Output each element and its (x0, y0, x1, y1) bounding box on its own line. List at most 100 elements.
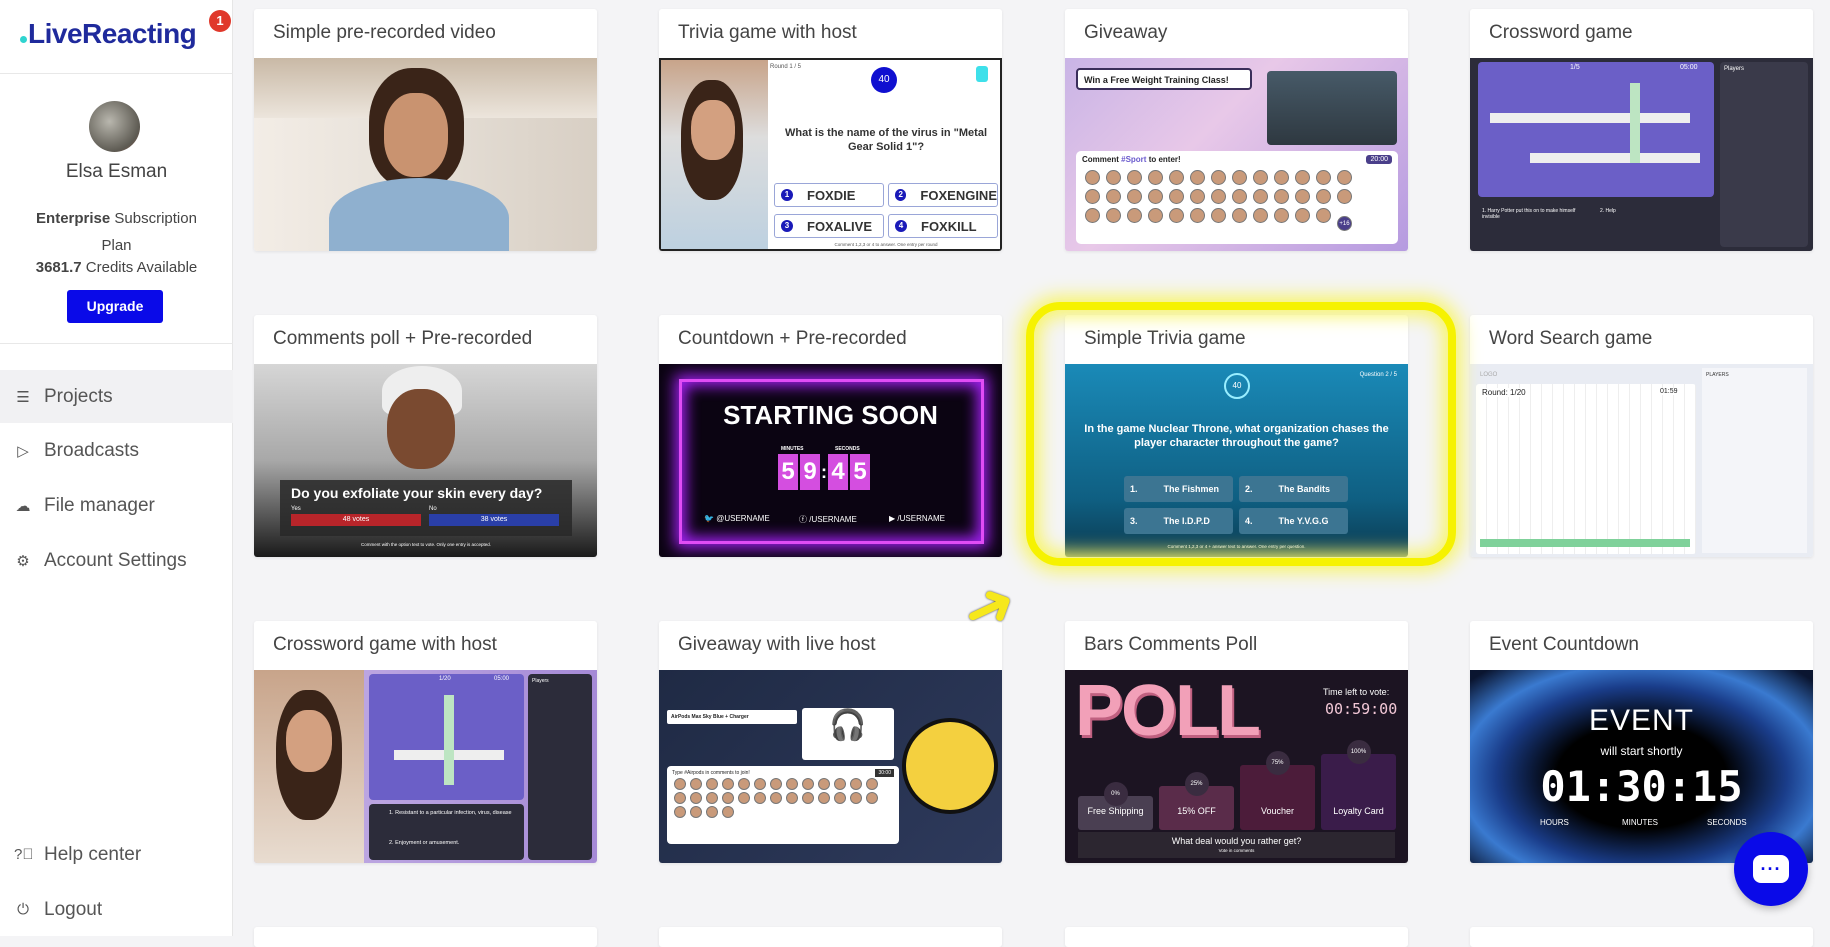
option-number-icon: 1 (781, 189, 793, 201)
notification-badge[interactable]: 1 (209, 10, 231, 32)
answer-option: 2 FOXENGINE (888, 183, 998, 207)
poll-question: Do you exfoliate your skin every day? (291, 485, 543, 501)
logout-icon: ⏻ (17, 901, 29, 918)
progress: 1/5 (1570, 64, 1580, 71)
seconds-label: SECONDS (835, 446, 860, 452)
avatar (89, 101, 140, 152)
round-label: Round 1 / 5 (770, 64, 802, 70)
template-card[interactable] (254, 927, 597, 947)
option-label: No (429, 506, 437, 512)
sidebar-item-account-settings[interactable]: ⚙ Account Settings (0, 534, 233, 587)
template-card-countdown-pre-recorded[interactable]: Countdown + Pre-recorded STARTING SOON M… (659, 315, 1002, 557)
chat-bubble-icon: ··· (1753, 855, 1789, 883)
clue: 2. Help (1600, 208, 1616, 214)
user-name: Elsa Esman (65, 161, 168, 182)
template-card-event-countdown[interactable]: Event Countdown EVENT will start shortly… (1470, 621, 1813, 863)
time-left-label: Time left to vote: (1323, 687, 1390, 697)
card-title: Crossword game (1489, 22, 1633, 43)
nav-label: Broadcasts (44, 439, 140, 461)
sidebar-item-logout[interactable]: ⏻ Logout (0, 883, 233, 936)
event-subtitle: will start shortly (1600, 744, 1683, 758)
timer: 05:00 (1680, 64, 1698, 71)
sidebar-item-help-center[interactable]: ?⃝ Help center (0, 828, 233, 881)
card-title: Trivia game with host (678, 22, 857, 43)
credits: 3681.7 Credits Available (0, 259, 233, 276)
option-number-icon: 3 (781, 220, 793, 232)
card-title: Countdown + Pre-recorded (678, 328, 907, 349)
template-card-simple-pre-recorded-video[interactable]: Simple pre-recorded video (254, 9, 597, 251)
event-headline: EVENT (1588, 704, 1695, 737)
thumbnail: Win a Free Weight Training Class! Commen… (1065, 58, 1408, 251)
credits-value: 3681.7 (35, 259, 82, 276)
template-card-crossword-game[interactable]: Crossword game 1/5 05:00 1. Harry Potter… (1470, 9, 1813, 251)
template-card-trivia-game-with-host[interactable]: Trivia game with host Round 1 / 5 40 Wha… (659, 9, 1002, 251)
cloud-upload-icon: ☁ (15, 497, 31, 515)
nav-label: Logout (44, 898, 103, 920)
sidebar-item-projects[interactable]: ☰ Projects (0, 370, 233, 423)
sidebar: LiveReacting 1 Elsa Esman Enterprise Sub… (0, 0, 233, 936)
headline: STARTING SOON (723, 400, 938, 430)
poll-question: What deal would you rather get? (1171, 836, 1302, 846)
poll-question-box: What deal would you rather get? Vote in c… (1078, 832, 1395, 858)
plan-name: Enterprise (36, 210, 111, 227)
template-card-bars-comments-poll[interactable]: Bars Comments Poll POLL Time left to vot… (1065, 621, 1408, 863)
poll-graphic: POLL (1075, 671, 1261, 751)
logo-dot (20, 36, 27, 43)
answer-option: 1 FOXDIE (774, 183, 884, 207)
sidebar-item-file-manager[interactable]: ☁ File manager (0, 479, 233, 532)
card-title: Comments poll + Pre-recorded (273, 328, 533, 349)
youtube-handle: ▶ /USERNAME (889, 514, 945, 523)
chat-button[interactable]: ··· (1734, 832, 1808, 906)
players-panel: PLAYERS (1702, 368, 1807, 553)
template-card-giveaway[interactable]: Giveaway Win a Free Weight Training Clas… (1065, 9, 1408, 251)
poll-bar-percent: 100% (1346, 740, 1371, 764)
logo[interactable]: LiveReacting (20, 18, 197, 50)
template-card-giveaway-with-live-host[interactable]: Giveaway with live host AirPods Max Sky … (659, 621, 1002, 863)
nav-label: Help center (44, 843, 142, 865)
prompt: Type #Airpods in comments to join! (672, 770, 750, 776)
template-card-word-search-game[interactable]: Word Search game LOGO Round: 1/20 01:59 … (1470, 315, 1813, 557)
option-number-icon: 4 (895, 220, 907, 232)
option-number-icon: 2 (895, 189, 907, 201)
seconds-label: SECONDS (1707, 818, 1747, 827)
more-count: +16 (1337, 216, 1352, 231)
nav-label: Projects (44, 385, 113, 407)
poll-bar: Loyalty Card (1321, 754, 1396, 830)
thumbnail: AirPods Max Sky Blue + Charger 🎧 Type #A… (659, 670, 1002, 863)
answer-option: 4 FOXKILL (888, 214, 998, 238)
poll-bar-percent: 25% (1184, 771, 1209, 796)
template-card-crossword-game-with-host[interactable]: Crossword game with host 1/20 05:00 1. R… (254, 621, 597, 863)
template-card-comments-poll-pre-recorded[interactable]: Comments poll + Pre-recorded Do you exfo… (254, 315, 597, 557)
minutes-label: MINUTES (1622, 818, 1658, 827)
progress: 1/20 (439, 676, 451, 682)
yes-votes-bar: 48 votes (291, 514, 421, 526)
host-video (902, 718, 998, 814)
footer-note: Vote in comments (1218, 848, 1255, 853)
template-card[interactable] (1065, 927, 1408, 947)
clue: 1. Resistant to a particular infection, … (389, 810, 512, 816)
plan-label: Subscription Plan (101, 210, 197, 254)
clue: 2. Enjoyment or amusement. (389, 840, 460, 846)
card-title: Crossword game with host (273, 634, 497, 655)
poll-bar-label: 15% OFF (1177, 806, 1216, 816)
card-title: Simple pre-recorded video (273, 22, 496, 43)
upgrade-button[interactable]: Upgrade (67, 290, 163, 323)
template-card[interactable] (1470, 927, 1813, 947)
timer: 05:00 (494, 676, 510, 682)
no-votes-bar: 38 votes (429, 514, 559, 526)
poll-bar-percent: 75% (1265, 750, 1290, 775)
option-text: FOXDIE (807, 187, 856, 203)
headline: Win a Free Weight Training Class! (1076, 68, 1252, 90)
timer: 01:59 (1660, 388, 1678, 395)
divider (0, 73, 233, 74)
twitter-handle: 🐦 @USERNAME (704, 514, 770, 523)
prize-label: AirPods Max Sky Blue + Charger (667, 710, 797, 724)
hours-label: HOURS (1540, 818, 1569, 827)
thumbnail: Do you exfoliate your skin every day? Ye… (254, 364, 597, 557)
subscription-plan: Enterprise Subscription Plan (20, 205, 213, 259)
twitter-icon: 🐦 (704, 514, 714, 523)
help-icon: ?⃝ (14, 846, 34, 863)
template-card[interactable] (659, 927, 1002, 947)
option-text: FOXALIVE (807, 218, 873, 234)
sidebar-item-broadcasts[interactable]: ▷ Broadcasts (0, 424, 233, 477)
